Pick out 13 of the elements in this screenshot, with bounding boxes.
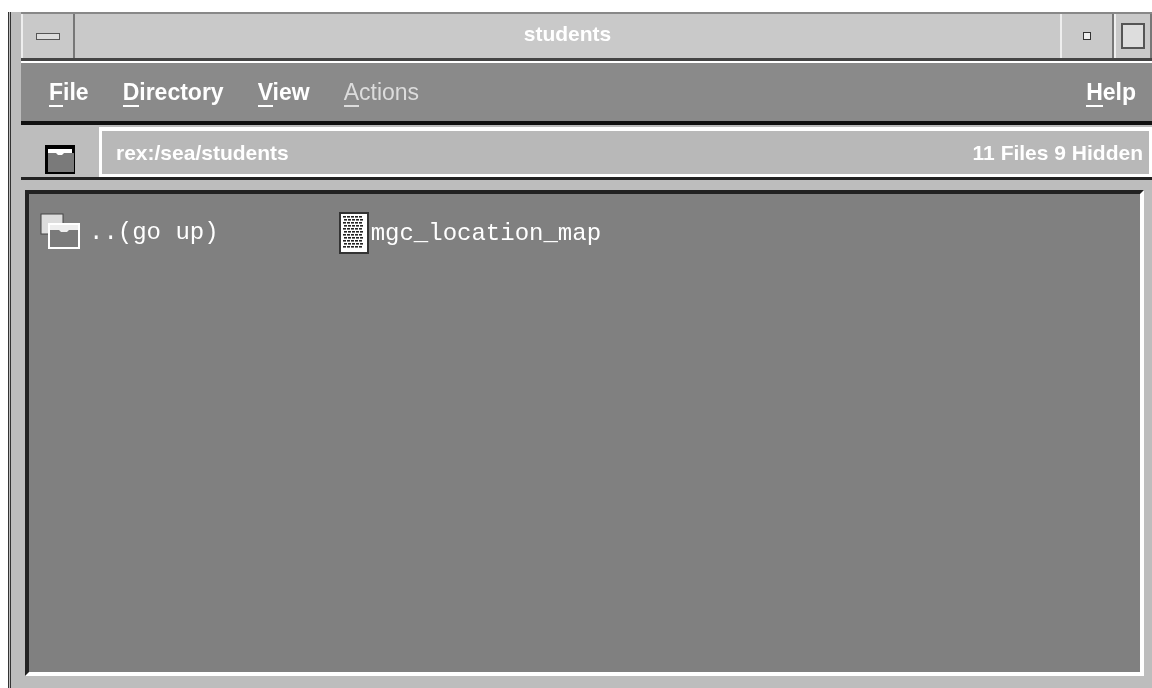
document-icon[interactable]: [338, 212, 369, 254]
folder-icon[interactable]: [44, 143, 76, 175]
file-name[interactable]: ..(go up): [89, 218, 219, 246]
file-name[interactable]: mgc_location_map: [370, 219, 602, 247]
maximize-button[interactable]: [1114, 14, 1152, 58]
menu-item[interactable]: Directory: [122, 78, 224, 106]
path-text[interactable]: rex:/sea/students: [116, 140, 289, 165]
menu-item[interactable]: View: [257, 78, 310, 106]
menu-item[interactable]: File: [49, 78, 89, 106]
minimize-button[interactable]: [1060, 14, 1114, 58]
file-count: 11 Files 9 Hidden: [972, 140, 1143, 165]
menu-item[interactable]: Help: [1086, 78, 1136, 106]
window-menu-button[interactable]: [21, 14, 75, 58]
